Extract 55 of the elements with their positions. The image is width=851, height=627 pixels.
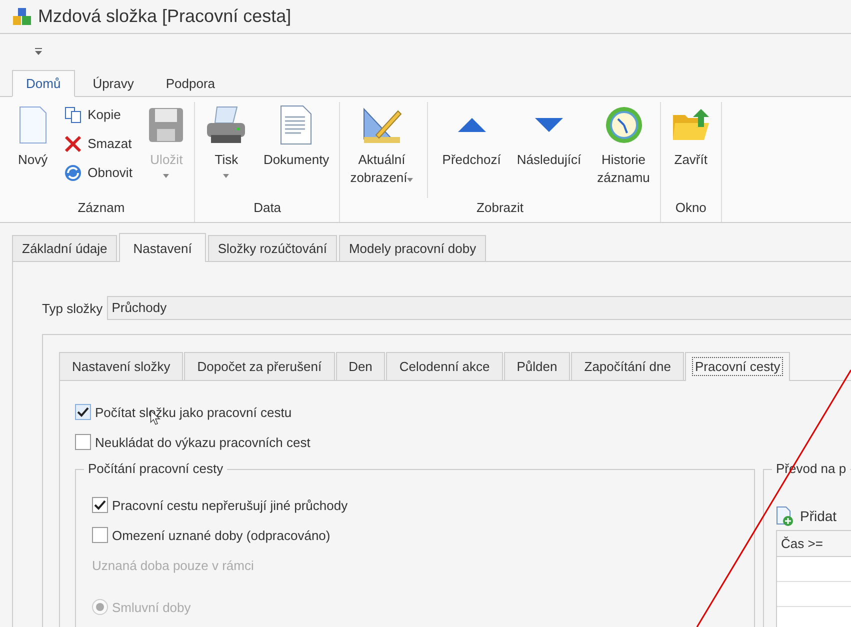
ribbon-tab[interactable]: Podpora — [152, 70, 230, 97]
tab[interactable]: Modely pracovní doby — [338, 235, 486, 261]
tab[interactable]: Pracovní cesty — [684, 352, 790, 381]
checkmark-icon — [94, 500, 106, 510]
refresh-icon — [64, 164, 82, 182]
hint-text: Uznaná doba pouze v rámci — [92, 558, 255, 573]
checkbox[interactable]: Pracovní cestu nepřerušují jiné průchody — [92, 490, 754, 520]
checkmark-icon — [77, 407, 89, 417]
ribbon-button[interactable]: Historie záznamu — [591, 102, 656, 198]
ribbon-button[interactable]: Zavřít — [664, 102, 717, 198]
checkbox[interactable]: Neukládat do výkazu pracovních cest — [75, 427, 851, 457]
tab[interactable]: Složky rozúčtování — [208, 235, 337, 261]
ribbon-button[interactable]: Tisk — [199, 102, 254, 198]
ribbon-button[interactable]: Smazat — [64, 131, 132, 156]
tab[interactable]: Dopočet za přerušení — [184, 352, 335, 380]
ribbon-tab[interactable]: Domů — [12, 70, 75, 97]
folder-icon — [670, 107, 711, 143]
new-document-icon — [18, 106, 47, 144]
group-title: Počítání pracovní cesty — [84, 461, 228, 476]
copy-icon — [64, 106, 82, 124]
tab[interactable]: Den — [336, 352, 386, 380]
ribbon-button[interactable]: Aktuální zobrazení — [344, 102, 420, 198]
type-field[interactable]: Průchody — [106, 296, 851, 320]
field-label: Typ složky — [42, 300, 103, 316]
quick-access-dropdown-icon[interactable] — [35, 48, 42, 54]
tab[interactable]: Nastavení — [119, 233, 206, 262]
down-triangle-icon — [534, 117, 564, 133]
ruler-pencil-icon — [362, 105, 402, 145]
clock-icon — [604, 105, 644, 145]
ribbon-group-label: Záznam — [76, 199, 126, 217]
tab[interactable]: Půlden — [504, 352, 570, 380]
window-title: Mzdová složka [Pracovní cesta] — [38, 6, 292, 27]
column-header: Čas >= — [777, 531, 851, 557]
up-triangle-icon — [456, 117, 487, 133]
ribbon-button[interactable]: Obnovit — [64, 160, 132, 185]
ribbon-group-label: Zobrazit — [476, 199, 525, 217]
ribbon-group-label: Okno — [674, 199, 708, 217]
add-document-icon — [776, 506, 794, 526]
ribbon-group-label: Data — [252, 199, 282, 217]
tab[interactable]: Nastavení složky — [59, 352, 184, 380]
tab[interactable]: Celodenní akce — [386, 352, 503, 380]
app-logo-icon — [12, 6, 32, 26]
ribbon-tab[interactable]: Úpravy — [78, 70, 148, 97]
ribbon-button[interactable]: Dokumenty — [257, 102, 336, 198]
ribbon-button[interactable]: Následující — [510, 102, 588, 198]
ribbon-button[interactable]: Nový — [12, 102, 54, 198]
printer-icon — [205, 105, 248, 145]
tab[interactable]: Základní údaje — [12, 235, 118, 261]
document-icon — [280, 105, 312, 145]
checkbox[interactable]: Omezení uznané doby (odpracováno) — [92, 520, 754, 550]
delete-icon — [64, 134, 82, 152]
add-button[interactable]: Přidat — [776, 504, 837, 528]
tab[interactable]: Započítání dne — [571, 352, 684, 380]
ribbon-button[interactable]: Kopie — [64, 102, 132, 127]
ribbon-button[interactable]: Předchozí — [436, 102, 507, 198]
